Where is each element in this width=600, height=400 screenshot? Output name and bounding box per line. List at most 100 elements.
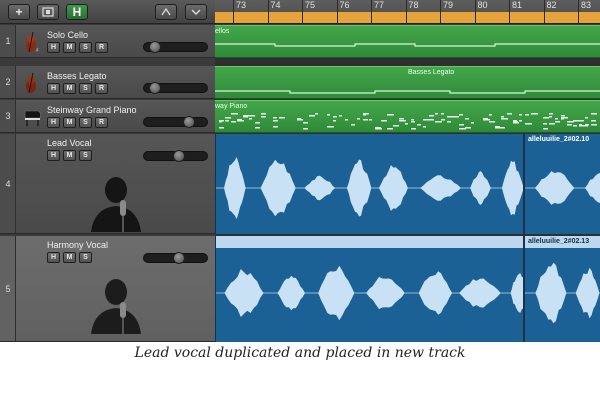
hide-button[interactable]: H xyxy=(47,117,60,128)
ruler-tick xyxy=(371,0,372,23)
plus-icon: + xyxy=(15,5,23,19)
caption: Lead vocal duplicated and placed in new … xyxy=(134,345,466,361)
timeline-ruler[interactable]: 73 74 75 76 77 78 79 80 81 82 83 xyxy=(215,0,600,24)
track-buttons: H M S R xyxy=(47,42,108,53)
ruler-bar-number: 78 xyxy=(408,0,419,10)
track-name[interactable]: Basses Legato xyxy=(47,71,107,81)
ruler-bar-number: 75 xyxy=(305,0,316,10)
ruler-tick xyxy=(267,0,269,23)
volume-knob[interactable] xyxy=(172,252,185,264)
flex-icon xyxy=(161,7,171,16)
volume-knob[interactable] xyxy=(149,82,162,94)
hide-button[interactable]: H xyxy=(47,83,60,94)
midi-notes xyxy=(215,90,600,94)
track-header-basses-legato[interactable]: 2 Basses Legato H M S R xyxy=(0,66,215,99)
volume-slider[interactable] xyxy=(143,116,208,128)
ruler-tick xyxy=(302,0,303,23)
track-header-solo-cello[interactable]: 1 ♯ Solo Cello H M S R xyxy=(0,25,215,58)
mute-button[interactable]: M xyxy=(63,117,76,128)
ruler-bar-number: 83 xyxy=(581,0,592,10)
waveform xyxy=(216,265,523,321)
midi-region-solo-cello[interactable]: ellos xyxy=(215,25,600,58)
mute-button[interactable]: M xyxy=(63,150,76,161)
track-name[interactable]: Steinway Grand Piano xyxy=(47,105,137,115)
ruler-bar-number: 76 xyxy=(339,0,350,10)
track-header-harmony-vocal[interactable]: 5 Harmony Vocal H M S xyxy=(0,236,215,342)
singer-icon xyxy=(91,177,141,232)
track-number: 1 xyxy=(0,25,16,57)
track-header-lead-vocal[interactable]: 4 Lead Vocal H M S xyxy=(0,134,215,234)
media-browser-icon xyxy=(42,7,54,17)
track-header-steinway-grand-piano[interactable]: 3 Steinway Grand Piano H M S R xyxy=(0,100,215,133)
track-number: 4 xyxy=(0,134,16,233)
ruler-tick xyxy=(336,0,338,23)
hide-button[interactable]: H xyxy=(47,252,60,263)
ruler-tick xyxy=(405,0,407,23)
ruler-tick xyxy=(543,0,545,23)
hide-button[interactable]: H xyxy=(47,42,60,53)
track-buttons: H M S xyxy=(47,252,92,263)
media-browser-button[interactable] xyxy=(37,4,59,20)
hide-button[interactable]: H xyxy=(47,150,60,161)
volume-slider[interactable] xyxy=(143,150,208,162)
mute-button[interactable]: M xyxy=(63,42,76,53)
singer-icon xyxy=(91,279,141,334)
ruler-tick xyxy=(509,0,510,23)
view-dropdown-button[interactable] xyxy=(185,4,207,20)
garageband-window: + H 73 74 75 76 77 78 79 80 81 82 83 1 ♯ Solo Cell… xyxy=(0,0,600,342)
ruler-bar-number: 74 xyxy=(270,0,281,10)
track-buttons: H M S R xyxy=(47,83,108,94)
audio-region-harmony-vocal-2[interactable]: alleluuilie_2#02.13 xyxy=(524,236,600,342)
track-name[interactable]: Harmony Vocal xyxy=(47,240,108,250)
cello-icon: ♯ xyxy=(26,31,39,54)
mute-button[interactable]: M xyxy=(63,252,76,263)
solo-button[interactable]: S xyxy=(79,83,92,94)
track-buttons: H M S xyxy=(47,150,92,161)
record-enable-button[interactable]: R xyxy=(95,42,108,53)
ruler-tick xyxy=(578,0,579,23)
midi-region-basses-legato[interactable]: Basses Legato xyxy=(215,66,600,99)
track-name[interactable]: Lead Vocal xyxy=(47,138,92,148)
arrange-area[interactable]: ellos Basses Legato way Piano alleluuili… xyxy=(215,25,600,342)
volume-knob[interactable] xyxy=(183,116,195,128)
volume-knob[interactable] xyxy=(172,150,185,162)
track-number: 5 xyxy=(0,236,16,341)
volume-slider[interactable] xyxy=(143,82,208,94)
ruler-bar-number: 81 xyxy=(512,0,523,10)
cycle-region[interactable] xyxy=(215,12,600,23)
ruler-tick xyxy=(440,0,441,23)
waveform xyxy=(525,171,600,205)
ruler-tick xyxy=(474,0,476,23)
ruler-bar-number: 77 xyxy=(374,0,385,10)
smart-controls-button[interactable]: H xyxy=(66,4,88,20)
midi-notes xyxy=(215,43,600,47)
audio-region-lead-vocal[interactable] xyxy=(215,134,523,234)
track-buttons: H M S R xyxy=(47,117,108,128)
waveform xyxy=(525,262,600,324)
chevron-down-icon xyxy=(191,9,201,15)
solo-button[interactable]: S xyxy=(79,117,92,128)
record-enable-button[interactable]: R xyxy=(95,83,108,94)
audio-region-lead-vocal-2[interactable]: alleluuilie_2#02.10 xyxy=(524,134,600,234)
mute-button[interactable]: M xyxy=(63,83,76,94)
track-number: 3 xyxy=(0,100,16,132)
ruler-bar-number: 80 xyxy=(477,0,488,10)
ruler-bar-number: 73 xyxy=(236,0,247,10)
track-name[interactable]: Solo Cello xyxy=(47,30,88,40)
volume-slider[interactable] xyxy=(143,252,208,264)
midi-region-steinway-grand-piano[interactable]: way Piano xyxy=(215,100,600,133)
flex-button[interactable] xyxy=(155,4,177,20)
ruler-bar-number: 82 xyxy=(546,0,557,10)
grand-piano-icon xyxy=(24,110,41,126)
solo-button[interactable]: S xyxy=(79,252,92,263)
solo-button[interactable]: S xyxy=(79,42,92,53)
volume-slider[interactable] xyxy=(143,41,208,53)
record-enable-button[interactable]: R xyxy=(95,117,108,128)
track-toolbar: + H xyxy=(0,0,215,24)
waveform xyxy=(216,157,523,219)
add-track-button[interactable]: + xyxy=(8,4,30,20)
ruler-tick xyxy=(233,0,234,23)
volume-knob[interactable] xyxy=(149,41,162,53)
audio-region-harmony-vocal[interactable] xyxy=(215,236,523,342)
solo-button[interactable]: S xyxy=(79,150,92,161)
